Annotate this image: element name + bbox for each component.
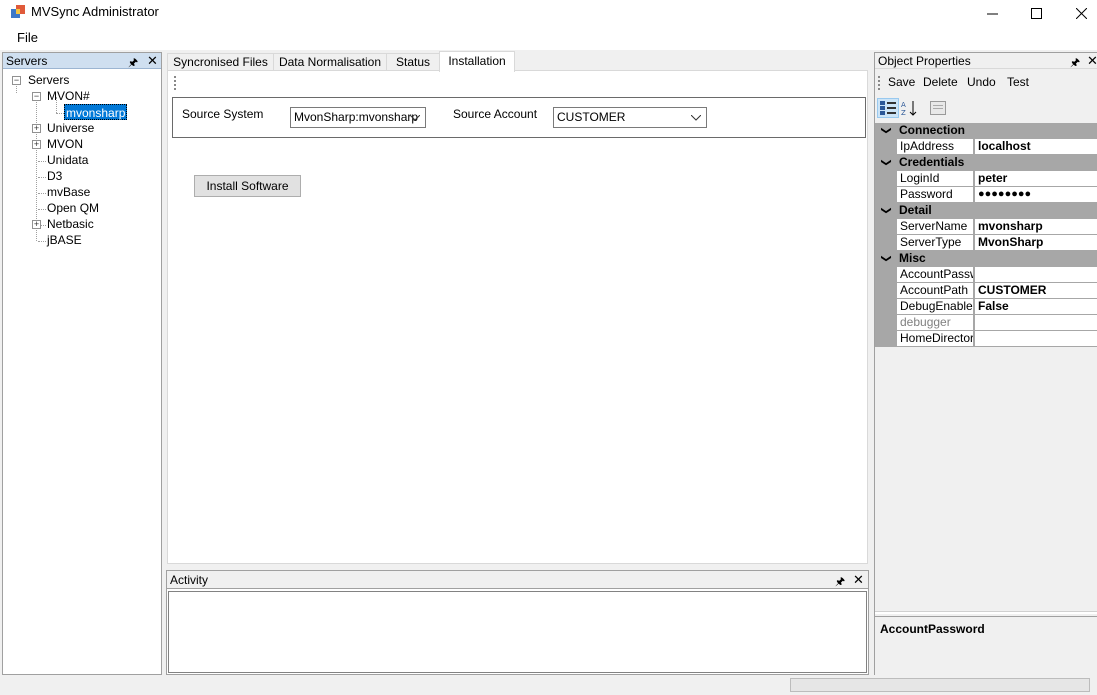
menu-bar: File — [0, 26, 1097, 50]
save-button[interactable]: Save — [888, 75, 915, 89]
source-settings-group: Source System MvonSharp:mvonsharp Source… — [172, 97, 866, 138]
source-system-value: MvonSharp:mvonsharp — [294, 110, 419, 124]
object-properties-panel: Object Properties 🖈 ✕ Save Delete Undo T… — [874, 52, 1097, 676]
tree-node-netbasic[interactable]: Netbasic — [47, 216, 94, 232]
tree-node-jbase[interactable]: jBASE — [47, 232, 82, 248]
chevron-down-icon: ❯ — [880, 254, 892, 263]
tab-installation[interactable]: Installation — [439, 51, 515, 72]
activity-panel-title: Activity — [170, 573, 209, 587]
tree-node-universe[interactable]: Universe — [47, 120, 94, 136]
property-row-accountpath[interactable]: AccountPath CUSTOMER — [875, 283, 1097, 299]
chevron-down-icon — [691, 108, 701, 127]
tab-strip: Syncronised Files Data Normalisation Sta… — [167, 51, 869, 72]
close-icon[interactable]: ✕ — [147, 53, 158, 69]
progress-bar — [790, 678, 1090, 692]
property-pages-button[interactable] — [927, 98, 949, 118]
property-row-debugger[interactable]: debugger — [875, 315, 1097, 331]
category-credentials[interactable]: ❯ Credentials — [875, 155, 1097, 171]
title-bar: MVSync Administrator — [0, 0, 1097, 26]
source-account-label: Source Account — [453, 107, 538, 121]
expand-icon[interactable]: + — [32, 140, 41, 149]
chevron-down-icon: ❯ — [880, 206, 892, 215]
collapse-icon[interactable]: − — [32, 92, 41, 101]
close-window-button[interactable] — [1058, 0, 1097, 26]
categorized-view-button[interactable] — [877, 98, 899, 118]
property-grid-toolbar: A Z — [875, 96, 1097, 120]
svg-text:Z: Z — [901, 109, 906, 116]
close-icon[interactable]: ✕ — [853, 572, 864, 588]
properties-panel-title: Object Properties — [878, 54, 971, 68]
svg-text:A: A — [901, 101, 906, 109]
splitter[interactable] — [875, 611, 1097, 614]
pin-icon[interactable]: 🖈 — [1070, 54, 1080, 73]
categorized-icon — [880, 101, 896, 115]
app-icon — [11, 5, 25, 18]
source-account-combo[interactable]: CUSTOMER — [553, 107, 707, 128]
sort-az-icon: A Z — [901, 101, 917, 116]
property-row-servername[interactable]: ServerName mvonsharp — [875, 219, 1097, 235]
tree-node-unidata[interactable]: Unidata — [47, 152, 88, 168]
category-misc[interactable]: ❯ Misc — [875, 251, 1097, 267]
tree-node-openqm[interactable]: Open QM — [47, 200, 99, 216]
category-connection[interactable]: ❯ Connection — [875, 123, 1097, 139]
toolstrip-grip[interactable] — [878, 76, 880, 90]
property-pages-icon — [930, 101, 946, 115]
activity-panel: Activity 🖈 ✕ — [166, 570, 869, 675]
menu-file[interactable]: File — [11, 30, 44, 45]
close-icon[interactable]: ✕ — [1087, 53, 1097, 69]
tree-node-mvon[interactable]: MVON — [47, 136, 83, 152]
property-row-servertype[interactable]: ServerType MvonSharp — [875, 235, 1097, 251]
server-tree: − Servers − MVON# mvonsharp + Universe +… — [3, 71, 161, 674]
property-row-loginid[interactable]: LoginId peter — [875, 171, 1097, 187]
servers-panel: Servers 🖈 ✕ − Servers − MVON# mvonsharp … — [2, 52, 162, 675]
servers-panel-title: Servers — [6, 54, 48, 68]
tree-node-mvbase[interactable]: mvBase — [47, 184, 90, 200]
source-system-combo[interactable]: MvonSharp:mvonsharp — [290, 107, 426, 128]
installation-tab-content: Source System MvonSharp:mvonsharp Source… — [167, 70, 868, 564]
test-button[interactable]: Test — [1007, 75, 1029, 89]
category-detail[interactable]: ❯ Detail — [875, 203, 1097, 219]
property-row-ipaddress[interactable]: IpAddress localhost — [875, 139, 1097, 155]
property-grid-empty-area — [875, 349, 1097, 613]
alphabetical-view-button[interactable]: A Z — [899, 98, 921, 118]
install-software-button[interactable]: Install Software — [194, 175, 301, 197]
chevron-down-icon — [410, 108, 420, 127]
activity-panel-header: Activity 🖈 ✕ — [167, 571, 868, 589]
minimize-button[interactable] — [969, 0, 1015, 26]
undo-button[interactable]: Undo — [967, 75, 996, 89]
expand-icon[interactable]: + — [32, 220, 41, 229]
tree-node-mvon-sharp[interactable]: MVON# — [47, 88, 90, 104]
activity-log[interactable] — [168, 591, 867, 673]
property-row-password[interactable]: Password ●●●●●●●● — [875, 187, 1097, 203]
expand-icon[interactable]: + — [32, 124, 41, 133]
property-description: AccountPassword — [875, 616, 1097, 676]
properties-panel-header: Object Properties 🖈 ✕ — [875, 53, 1097, 69]
property-row-accountpassword[interactable]: AccountPassword — [875, 267, 1097, 283]
delete-button[interactable]: Delete — [923, 75, 958, 89]
toolstrip-grip[interactable] — [174, 76, 176, 90]
property-grid: ❯ Connection IpAddress localhost ❯ Crede… — [875, 123, 1097, 347]
source-system-label: Source System — [182, 107, 264, 121]
window-title: MVSync Administrator — [31, 4, 159, 19]
property-description-title: AccountPassword — [880, 622, 985, 636]
chevron-down-icon: ❯ — [880, 158, 892, 167]
maximize-button[interactable] — [1013, 0, 1059, 26]
source-account-value: CUSTOMER — [557, 110, 626, 124]
tree-node-mvonsharp[interactable]: mvonsharp — [64, 104, 128, 120]
chevron-down-icon: ❯ — [880, 126, 892, 135]
collapse-icon[interactable]: − — [12, 76, 21, 85]
tree-node-servers[interactable]: Servers — [28, 72, 69, 88]
properties-toolbar: Save Delete Undo Test — [875, 73, 1097, 93]
property-row-debugenabled[interactable]: DebugEnabled False — [875, 299, 1097, 315]
status-bar — [0, 675, 1097, 695]
minimize-icon — [986, 13, 998, 14]
pin-icon[interactable]: 🖈 — [835, 573, 845, 592]
tree-node-d3[interactable]: D3 — [47, 168, 62, 184]
property-row-homedirectory[interactable]: HomeDirectory — [875, 331, 1097, 347]
servers-panel-header: Servers 🖈 ✕ — [3, 53, 161, 69]
close-icon — [1075, 7, 1087, 19]
maximize-icon — [1030, 7, 1042, 19]
